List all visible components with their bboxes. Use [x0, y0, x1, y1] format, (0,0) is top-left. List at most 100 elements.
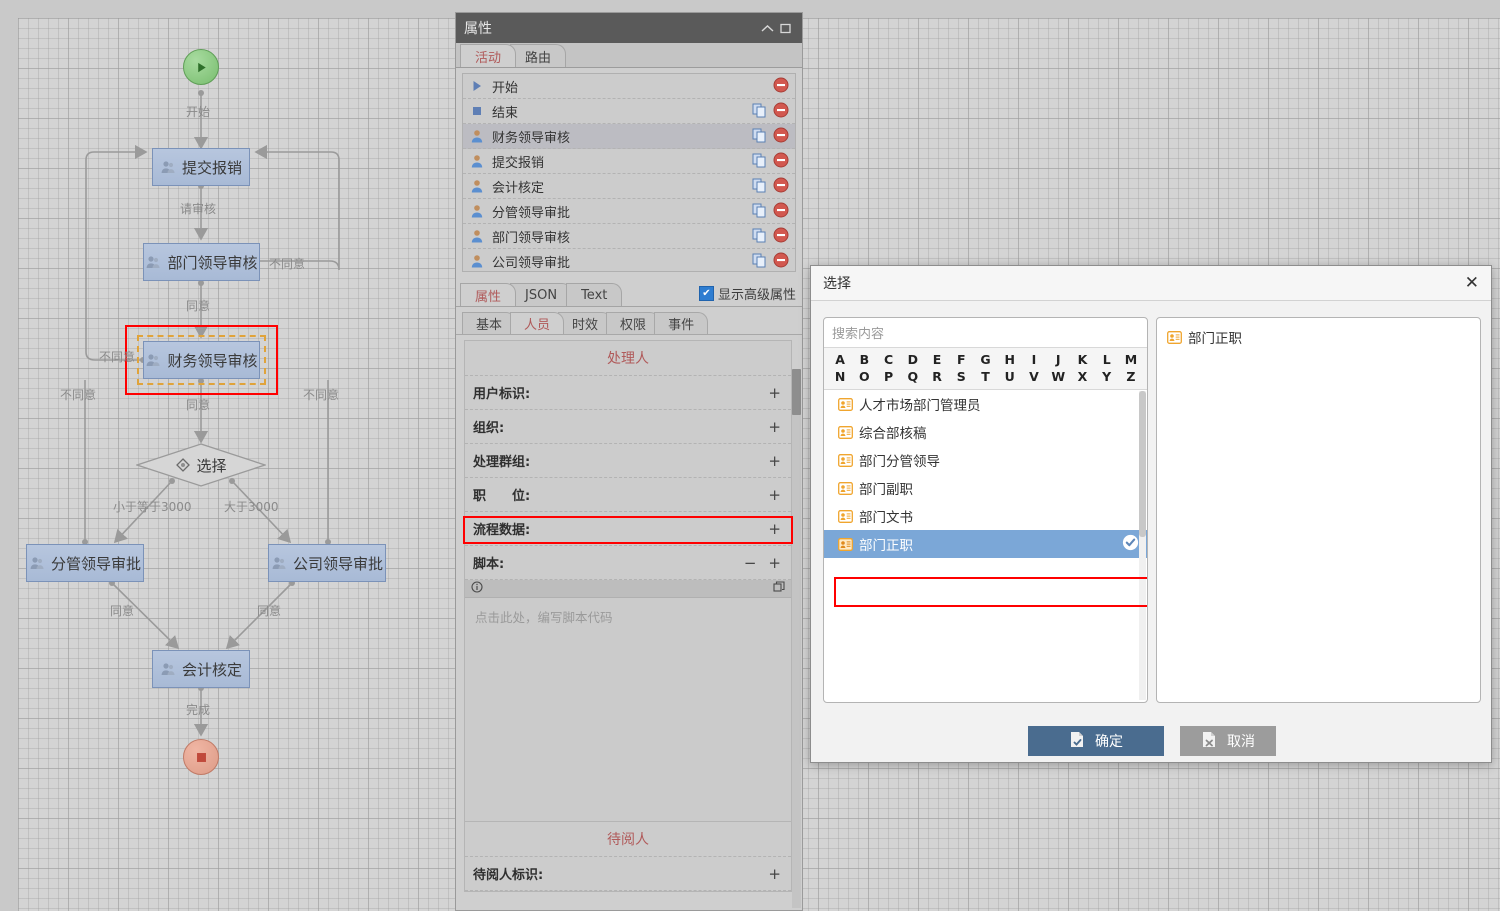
alpha-V[interactable]: V — [1022, 368, 1046, 385]
tab-timing[interactable]: 时效 — [558, 312, 612, 334]
flow-node-dept-review[interactable]: 部门领导审核 — [143, 243, 260, 281]
alpha-L[interactable]: L — [1095, 351, 1119, 368]
activity-row-submit[interactable]: 提交报销 — [463, 149, 795, 174]
properties-scrollbar-thumb[interactable] — [792, 369, 801, 415]
list-item[interactable]: 部门副职 — [824, 474, 1147, 502]
tab-activities[interactable]: 活动 — [460, 44, 516, 67]
delete-activity-button[interactable] — [773, 152, 791, 170]
option-list-scrollbar-thumb[interactable] — [1139, 391, 1146, 537]
add-process-data-button[interactable]: + — [768, 520, 781, 538]
alpha-G[interactable]: G — [973, 351, 997, 368]
chevron-up-icon[interactable] — [758, 19, 776, 37]
flow-node-choice[interactable]: 选择 — [136, 443, 266, 487]
alpha-Z[interactable]: Z — [1119, 368, 1143, 385]
alpha-K[interactable]: K — [1070, 351, 1094, 368]
alphabet-index[interactable]: A B C D E F G H I J K L M — [824, 348, 1147, 390]
activity-list[interactable]: 开始 结束 财务领导审核 — [462, 73, 796, 272]
add-script-button[interactable]: + — [768, 554, 781, 572]
alpha-Q[interactable]: Q — [901, 368, 925, 385]
alpha-E[interactable]: E — [925, 351, 949, 368]
delete-activity-button[interactable] — [773, 202, 791, 220]
flow-node-end[interactable] — [183, 739, 219, 775]
list-item[interactable]: 部门分管领导 — [824, 446, 1147, 474]
alpha-R[interactable]: R — [925, 368, 949, 385]
alpha-F[interactable]: F — [949, 351, 973, 368]
info-icon[interactable] — [471, 581, 483, 597]
option-list[interactable]: 人才市场部门管理员 综合部核稿 部门分管领导 部门副职 — [824, 390, 1147, 701]
option-list-scrollbar[interactable] — [1139, 391, 1146, 700]
add-handler-group-button[interactable]: + — [768, 452, 781, 470]
properties-top-tabs[interactable]: 活动 路由 — [456, 43, 802, 68]
tab-permission[interactable]: 权限 — [606, 312, 660, 334]
activity-row-end[interactable]: 结束 — [463, 99, 795, 124]
tab-text[interactable]: Text — [566, 283, 622, 306]
flow-node-company-approval[interactable]: 公司领导审批 — [268, 544, 386, 582]
alpha-B[interactable]: B — [852, 351, 876, 368]
flow-node-start[interactable] — [183, 49, 219, 85]
detail-tabs-row[interactable]: 基本 人员 时效 权限 事件 — [456, 311, 802, 335]
field-row-position[interactable]: 职 位: + — [465, 478, 791, 512]
properties-scrollbar[interactable] — [792, 369, 801, 908]
alpha-D[interactable]: D — [901, 351, 925, 368]
delete-activity-button[interactable] — [773, 102, 791, 120]
alpha-J[interactable]: J — [1046, 351, 1070, 368]
script-editor-placeholder[interactable]: 点击此处，编写脚本代码 — [465, 598, 791, 822]
tab-basic[interactable]: 基本 — [462, 312, 516, 334]
alpha-A[interactable]: A — [828, 351, 852, 368]
checkbox-checked-icon[interactable]: ✔ — [699, 286, 714, 301]
delete-activity-button[interactable] — [773, 252, 791, 270]
activity-row-start[interactable]: 开始 — [463, 74, 795, 99]
delete-activity-button[interactable] — [773, 77, 791, 95]
copy-activity-button[interactable] — [751, 202, 769, 220]
alphabet-row-1[interactable]: A B C D E F G H I J K L M — [828, 351, 1143, 368]
alpha-C[interactable]: C — [876, 351, 900, 368]
add-user-id-button[interactable]: + — [768, 384, 781, 402]
field-row-user-id[interactable]: 用户标识: + — [465, 376, 791, 410]
alpha-X[interactable]: X — [1070, 368, 1094, 385]
copy-activity-button[interactable] — [751, 227, 769, 245]
alpha-Y[interactable]: Y — [1095, 368, 1119, 385]
copy-activity-button[interactable] — [751, 177, 769, 195]
flow-node-finance-review[interactable]: 财务领导审核 — [143, 341, 260, 379]
flow-node-vice-approval[interactable]: 分管领导审批 — [26, 544, 144, 582]
list-item[interactable]: 人才市场部门管理员 — [824, 390, 1147, 418]
field-row-organization[interactable]: 组织: + — [465, 410, 791, 444]
activity-row-vice-approval[interactable]: 分管领导审批 — [463, 199, 795, 224]
flow-node-submit[interactable]: 提交报销 — [152, 148, 250, 186]
alpha-O[interactable]: O — [852, 368, 876, 385]
tab-json[interactable]: JSON — [510, 283, 572, 306]
delete-activity-button[interactable] — [773, 177, 791, 195]
alpha-T[interactable]: T — [973, 368, 997, 385]
format-tabs-row[interactable]: 属性 JSON Text ✔ 显示高级属性 — [456, 280, 802, 307]
add-position-button[interactable]: + — [768, 486, 781, 504]
delete-activity-button[interactable] — [773, 127, 791, 145]
close-icon[interactable]: ✕ — [1465, 275, 1479, 292]
activity-row-finance-review[interactable]: 财务领导审核 — [463, 124, 795, 149]
remove-script-button[interactable]: − — [744, 554, 757, 572]
alpha-M[interactable]: M — [1119, 351, 1143, 368]
alpha-H[interactable]: H — [998, 351, 1022, 368]
copy-activity-button[interactable] — [751, 127, 769, 145]
alphabet-row-2[interactable]: N O P Q R S T U V W X Y Z — [828, 368, 1143, 385]
search-input[interactable]: 搜索内容 — [824, 318, 1147, 348]
list-item-selected[interactable]: 部门正职 — [824, 530, 1147, 558]
script-editor-toolbar[interactable] — [465, 580, 791, 598]
alpha-N[interactable]: N — [828, 368, 852, 385]
selected-options-pane[interactable]: 部门正职 — [1156, 317, 1481, 703]
list-item[interactable]: 综合部核稿 — [824, 418, 1147, 446]
alpha-P[interactable]: P — [876, 368, 900, 385]
tab-routes[interactable]: 路由 — [510, 44, 566, 67]
show-advanced-properties-checkbox[interactable]: ✔ 显示高级属性 — [699, 284, 796, 306]
maximize-icon[interactable] — [776, 19, 794, 37]
alpha-S[interactable]: S — [949, 368, 973, 385]
selected-item[interactable]: 部门正职 — [1157, 318, 1480, 347]
copy-activity-button[interactable] — [751, 152, 769, 170]
field-row-handler-group[interactable]: 处理群组: + — [465, 444, 791, 478]
activity-row-dept-review[interactable]: 部门领导审核 — [463, 224, 795, 249]
add-reader-id-button[interactable]: + — [768, 865, 781, 883]
tab-events[interactable]: 事件 — [654, 312, 708, 334]
expand-icon[interactable] — [773, 581, 785, 597]
tab-personnel[interactable]: 人员 — [510, 312, 564, 334]
cancel-button[interactable]: 取消 — [1180, 726, 1276, 756]
activity-row-accounting[interactable]: 会计核定 — [463, 174, 795, 199]
